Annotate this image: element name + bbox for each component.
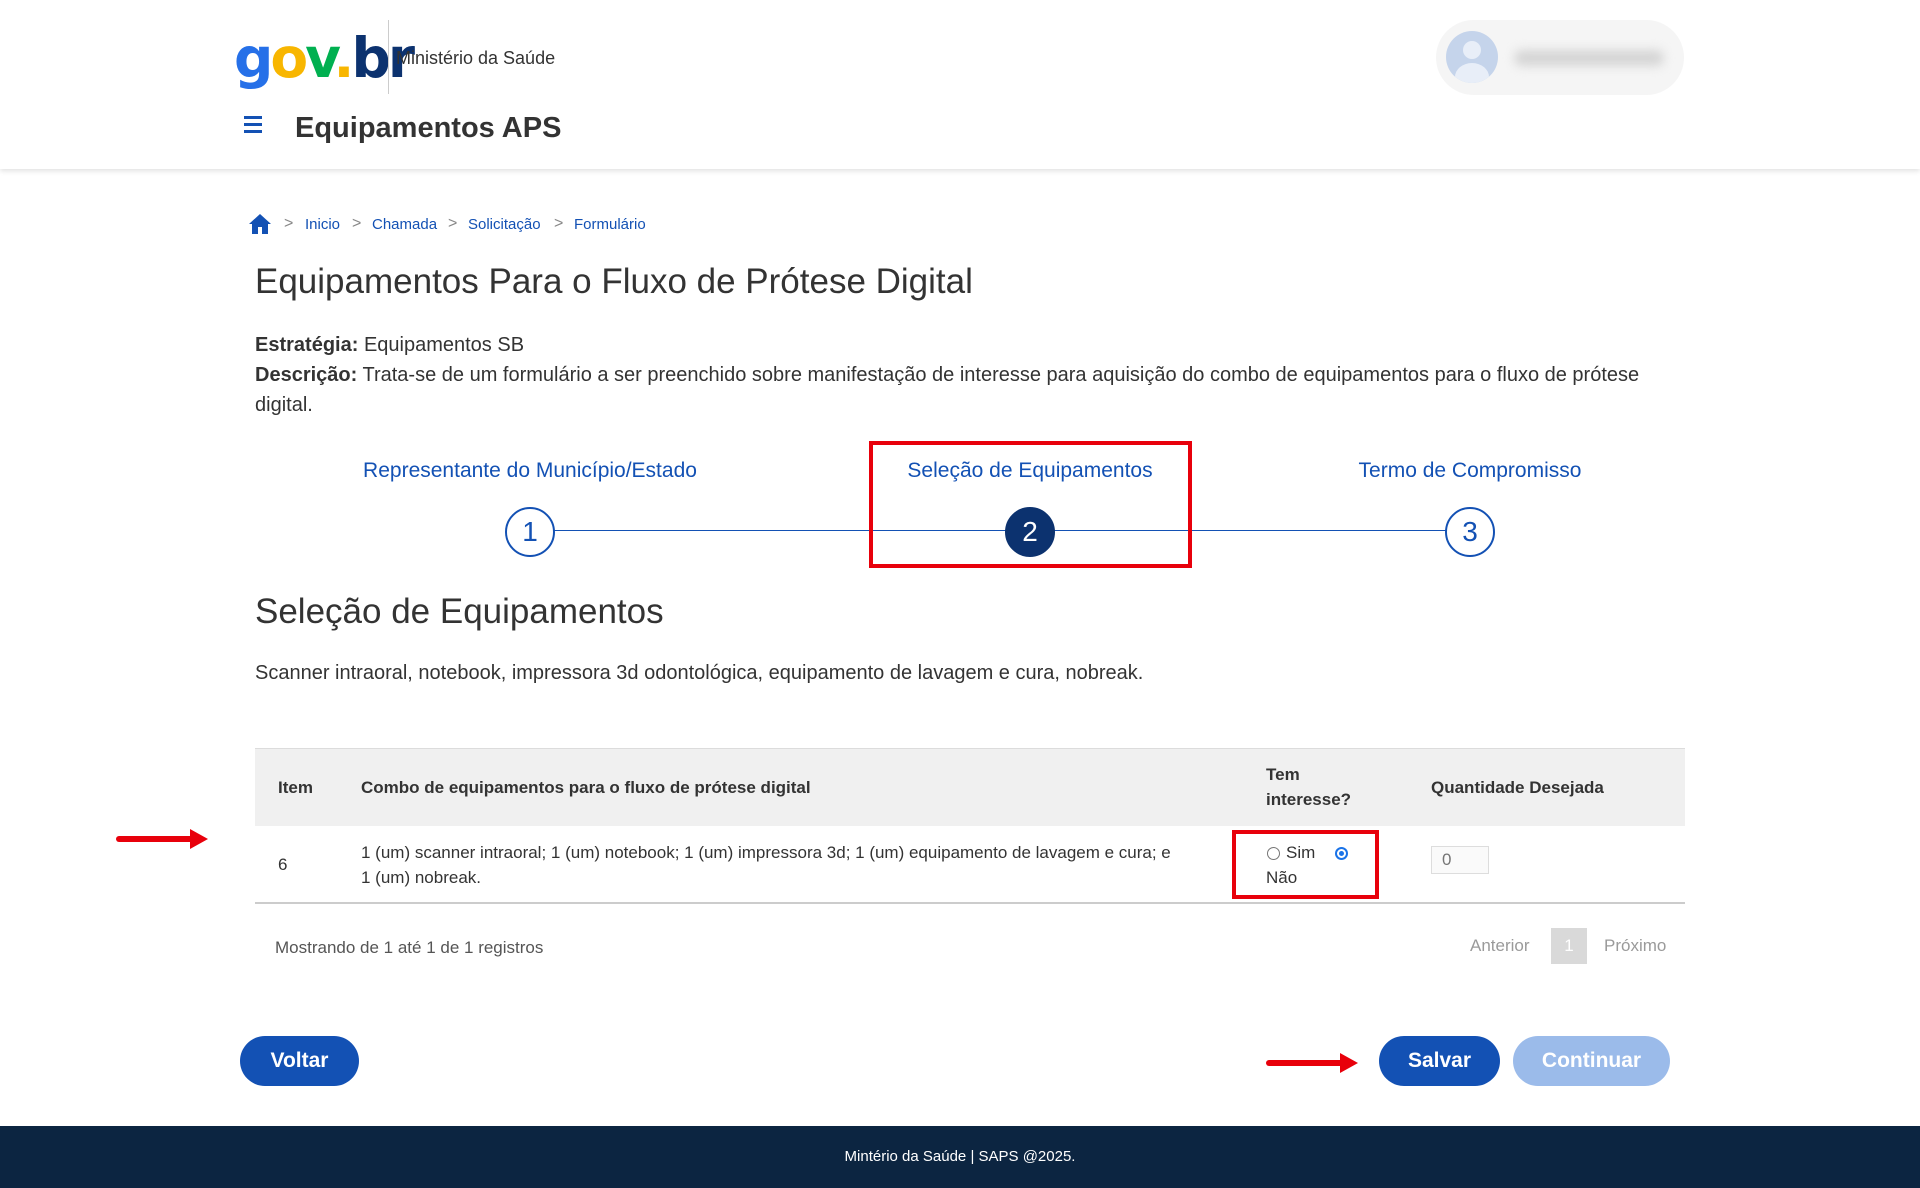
breadcrumb-separator: > xyxy=(352,215,362,232)
gov-br-logo[interactable]: gov.br xyxy=(234,28,415,88)
breadcrumb-separator: > xyxy=(448,215,458,232)
description-label: Descrição: xyxy=(255,364,358,386)
continue-button[interactable]: Continuar xyxy=(1513,1036,1670,1086)
quantity-input[interactable] xyxy=(1431,846,1489,874)
row-combo-line2: 1 (um) nobreak. xyxy=(361,868,481,887)
user-menu[interactable] xyxy=(1436,20,1684,95)
site-footer: Mintério da Saúde | SAPS @2025. xyxy=(0,1126,1920,1188)
breadcrumb-separator: > xyxy=(284,215,294,232)
hamburger-icon[interactable] xyxy=(244,116,264,134)
column-header-quantity[interactable]: Quantidade Desejada xyxy=(1431,775,1604,800)
back-button[interactable]: Voltar xyxy=(240,1036,359,1086)
annotation-arrow-row-icon xyxy=(116,829,208,849)
site-header: gov.br Ministério da Saúde Equipamentos … xyxy=(0,0,1920,169)
breadcrumb-inicio[interactable]: Inicio xyxy=(305,216,340,233)
breadcrumb-separator: > xyxy=(554,215,564,232)
highlight-box-step xyxy=(869,441,1192,568)
equipment-table: Item Combo de equipamentos para o fluxo … xyxy=(255,748,1685,904)
table-info: Mostrando de 1 até 1 de 1 registros xyxy=(275,938,544,957)
row-item-number: 6 xyxy=(278,855,288,874)
pagination-previous[interactable]: Anterior xyxy=(1470,936,1530,956)
column-header-item[interactable]: Item xyxy=(278,775,313,800)
pagination-page-1[interactable]: 1 xyxy=(1551,928,1587,964)
form-info: Estratégia: Equipamentos SB Descrição: T… xyxy=(255,330,1685,420)
home-icon[interactable] xyxy=(248,213,272,235)
save-button[interactable]: Salvar xyxy=(1379,1036,1500,1086)
header-divider xyxy=(388,20,389,94)
pagination-next[interactable]: Próximo xyxy=(1604,936,1666,956)
row-combo-line1: 1 (um) scanner intraoral; 1 (um) noteboo… xyxy=(361,843,1171,862)
step-circle-1[interactable]: 1 xyxy=(505,507,555,557)
organization-name: Ministério da Saúde xyxy=(396,48,556,68)
strategy-label: Estratégia: xyxy=(255,334,359,356)
column-header-interest[interactable]: Tem interesse? xyxy=(1266,762,1351,812)
highlight-box-interest xyxy=(1232,830,1379,899)
strategy-value: Equipamentos SB xyxy=(363,334,525,356)
step-label-3[interactable]: Termo de Compromisso xyxy=(1359,459,1582,483)
user-name-redacted xyxy=(1514,50,1664,66)
column-header-combo[interactable]: Combo de equipamentos para o fluxo de pr… xyxy=(361,775,811,800)
breadcrumb-formulario[interactable]: Formulário xyxy=(574,216,646,233)
description-value: Trata-se de um formulário a ser preenchi… xyxy=(255,364,1640,416)
table-row: 6 1 (um) scanner intraoral; 1 (um) noteb… xyxy=(255,826,1685,904)
breadcrumb-chamada[interactable]: Chamada xyxy=(372,216,437,233)
app-title: Equipamentos APS xyxy=(295,112,562,144)
column-header-interest-line1: Tem xyxy=(1266,765,1300,784)
step-label-1[interactable]: Representante do Município/Estado xyxy=(363,459,697,483)
section-description: Scanner intraoral, notebook, impressora … xyxy=(255,662,1144,684)
user-avatar-icon xyxy=(1446,31,1498,83)
page-title: Equipamentos Para o Fluxo de Prótese Dig… xyxy=(255,262,973,301)
annotation-arrow-save-icon xyxy=(1266,1053,1358,1073)
footer-text: Mintério da Saúde | SAPS @2025. xyxy=(844,1148,1076,1165)
row-combo-description: 1 (um) scanner intraoral; 1 (um) noteboo… xyxy=(361,840,1221,890)
breadcrumb-solicitacao[interactable]: Solicitação xyxy=(468,216,541,233)
column-header-interest-line2: interesse? xyxy=(1266,790,1352,809)
table-header: Item Combo de equipamentos para o fluxo … xyxy=(255,748,1685,826)
step-circle-3[interactable]: 3 xyxy=(1445,507,1495,557)
section-title: Seleção de Equipamentos xyxy=(255,592,664,631)
